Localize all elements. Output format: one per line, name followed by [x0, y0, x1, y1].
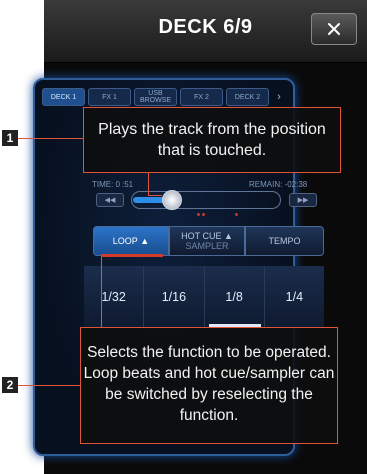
- loop-label: LOOP: [112, 236, 138, 246]
- hot-cue-button[interactable]: HOT CUE ▲ SAMPLER: [169, 226, 245, 256]
- sampler-label: SAMPLER: [185, 241, 229, 251]
- forward-button[interactable]: ▶▶: [289, 193, 317, 207]
- pad-1-4[interactable]: 1/4: [263, 266, 324, 328]
- tab-usb-browse[interactable]: USB BROWSE: [134, 88, 177, 106]
- hot-cue-label: HOT CUE: [181, 231, 222, 241]
- callout-pointer-2: [101, 257, 102, 327]
- callout-2: Selects the function to be operated. Loo…: [80, 327, 338, 444]
- tab-deck-1[interactable]: DECK 1: [42, 88, 85, 106]
- pad-1-32[interactable]: 1/32: [84, 266, 144, 328]
- playback-knob[interactable]: [162, 190, 182, 210]
- callout-pointer-1: [148, 173, 149, 195]
- cue-marker: [235, 213, 238, 216]
- loop-button[interactable]: LOOP ▲: [93, 226, 169, 256]
- pad-1-16[interactable]: 1/16: [143, 266, 204, 328]
- active-function-indicator: [101, 254, 163, 257]
- skip-forward-icon: ▶▶: [297, 197, 309, 204]
- close-button[interactable]: [311, 13, 357, 45]
- time-value: :51: [122, 180, 134, 189]
- callout-pointer-1b: [148, 195, 162, 196]
- tab-fx-2[interactable]: FX 2: [180, 88, 223, 106]
- header-bar: DECK 6/9: [44, 0, 367, 63]
- callout-leader-1: [18, 138, 83, 139]
- close-icon: [328, 23, 340, 35]
- tab-bar: DECK 1 FX 1 USB BROWSE FX 2 DECK 2 ›: [42, 88, 286, 108]
- cue-marker: [197, 213, 200, 216]
- skip-back-icon: ◀◀: [104, 197, 116, 204]
- callout-number-1: 1: [2, 130, 18, 146]
- chevron-right-icon[interactable]: ›: [272, 88, 286, 106]
- tempo-button[interactable]: TEMPO: [245, 226, 324, 256]
- pad-1-8[interactable]: 1/8: [203, 266, 264, 328]
- time-label: TIME: 0: [92, 180, 121, 189]
- remain-label: REMAIN: -02:38: [249, 180, 308, 189]
- rewind-button[interactable]: ◀◀: [96, 193, 124, 207]
- callout-1: Plays the track from the position that i…: [83, 107, 341, 173]
- cue-marker: [202, 213, 205, 216]
- function-selector: LOOP ▲ HOT CUE ▲ SAMPLER TEMPO: [93, 226, 324, 256]
- pad-row: 1/32 1/16 1/8 1/4: [84, 266, 324, 328]
- tab-deck-2[interactable]: DECK 2: [226, 88, 269, 106]
- tab-fx-1[interactable]: FX 1: [88, 88, 131, 106]
- callout-leader-2: [18, 385, 80, 386]
- callout-number-2: 2: [2, 377, 18, 393]
